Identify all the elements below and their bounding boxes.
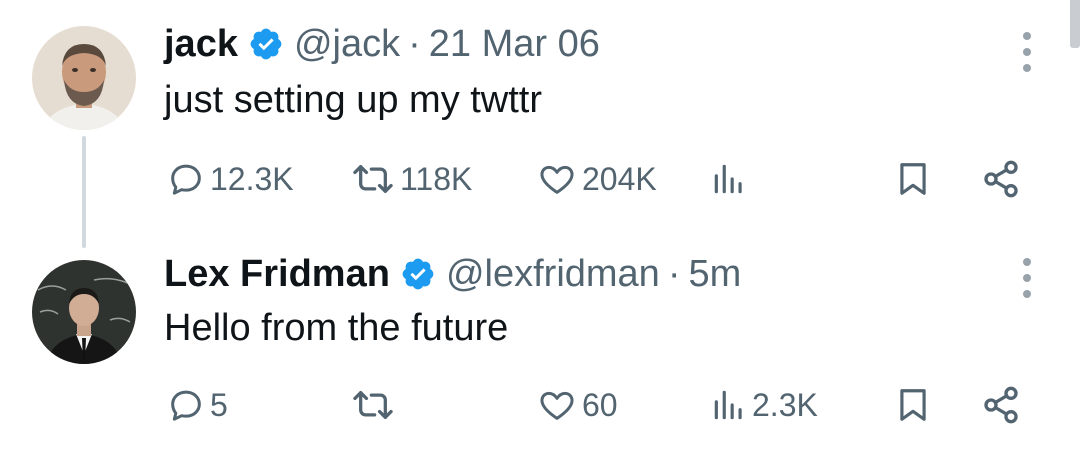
share-button[interactable] xyxy=(980,156,1022,202)
like-button[interactable]: 204K xyxy=(536,156,657,202)
like-count: 204K xyxy=(582,160,657,197)
views-icon xyxy=(710,385,748,425)
reply-count: 12.3K xyxy=(210,160,294,197)
views-button[interactable] xyxy=(710,156,752,202)
bookmark-button[interactable] xyxy=(894,156,932,202)
tweet-text: just setting up my twttr xyxy=(164,79,543,121)
reply-icon xyxy=(166,159,206,199)
share-icon xyxy=(980,159,1022,199)
retweet-count: 118K xyxy=(400,160,473,197)
retweet-button[interactable] xyxy=(350,382,400,428)
action-bar: 5 60 2.3K xyxy=(0,382,1080,428)
bookmark-icon xyxy=(894,385,932,425)
tweet-header: Lex Fridman @lexfridman · 5m xyxy=(164,252,741,296)
more-icon[interactable] xyxy=(1016,32,1038,72)
reply-count: 5 xyxy=(210,386,228,423)
retweet-icon xyxy=(350,385,396,425)
avatar-jack[interactable] xyxy=(32,26,136,130)
tweet-lexfridman[interactable]: Lex Fridman @lexfridman · 5m Hello from … xyxy=(0,240,1080,456)
reply-button[interactable]: 12.3K xyxy=(166,156,294,202)
verified-badge-icon xyxy=(248,26,284,62)
timestamp[interactable]: 21 Mar 06 xyxy=(429,22,600,66)
handle[interactable]: @jack xyxy=(294,22,400,66)
retweet-button[interactable]: 118K xyxy=(350,156,472,202)
reply-icon xyxy=(166,385,206,425)
handle[interactable]: @lexfridman xyxy=(446,252,660,296)
bookmark-icon xyxy=(894,159,932,199)
action-bar: 12.3K 118K 204K xyxy=(0,156,1080,202)
retweet-icon xyxy=(350,159,396,199)
tweet-jack[interactable]: jack @jack · 21 Mar 06 just setting up m… xyxy=(0,0,1080,248)
separator-dot: · xyxy=(408,23,421,65)
verified-badge-icon xyxy=(400,256,436,292)
like-button[interactable]: 60 xyxy=(536,382,618,428)
share-button[interactable] xyxy=(980,382,1022,428)
like-icon xyxy=(536,385,578,425)
separator-dot: · xyxy=(667,253,681,295)
reply-button[interactable]: 5 xyxy=(166,382,228,428)
display-name[interactable]: Lex Fridman xyxy=(164,252,390,296)
tweet-header: jack @jack · 21 Mar 06 xyxy=(164,22,600,66)
more-icon[interactable] xyxy=(1016,258,1038,298)
tweet-text: Hello from the future xyxy=(164,307,509,349)
views-button[interactable]: 2.3K xyxy=(710,382,818,428)
views-count: 2.3K xyxy=(752,386,818,423)
bookmark-button[interactable] xyxy=(894,382,932,428)
avatar-lexfridman[interactable] xyxy=(32,260,136,364)
share-icon xyxy=(980,385,1022,425)
like-count: 60 xyxy=(582,386,618,423)
views-icon xyxy=(710,159,748,199)
display-name[interactable]: jack xyxy=(164,22,238,66)
timestamp[interactable]: 5m xyxy=(688,252,741,296)
like-icon xyxy=(536,159,578,199)
